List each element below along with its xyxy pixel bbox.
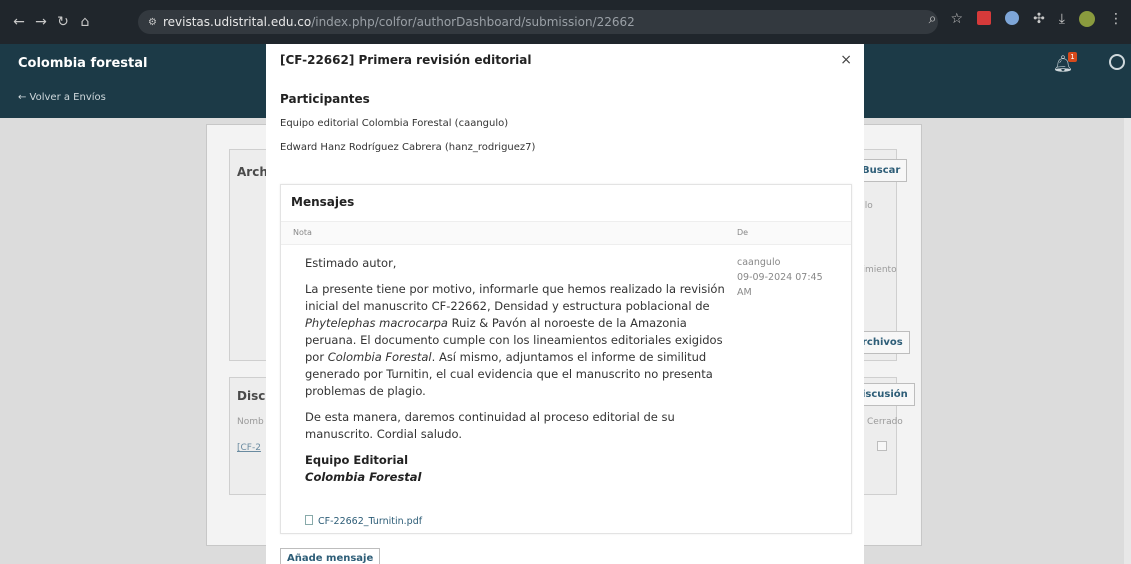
col-closed-header: Cerrado (867, 417, 903, 427)
page-scrollbar[interactable] (1124, 118, 1131, 564)
message-text: La presente tiene por motivo, informarle… (305, 282, 725, 313)
modal-title: [CF-22662] Primera revisión editorial (280, 53, 532, 67)
reload-icon[interactable]: ↻ (52, 14, 74, 30)
extension-globe-icon[interactable] (1005, 11, 1020, 25)
attachment-link[interactable]: CF-22662_Turnitin.pdf (305, 515, 422, 527)
discussion-row-link[interactable]: [CF-2 (237, 443, 261, 453)
message-sender: caangulo 09-09-2024 07:45 AM (737, 255, 823, 300)
messages-heading: Mensajes (291, 195, 355, 209)
notification-badge: 1 (1068, 52, 1077, 62)
browser-menu-icon[interactable]: ⋮ (1109, 11, 1123, 27)
extension-red-icon[interactable] (977, 11, 992, 25)
signature-line-1: Equipo Editorial (305, 453, 409, 467)
url-path: /index.php/colfor/authorDashboard/submis… (311, 15, 635, 29)
file-icon (305, 515, 313, 525)
download-icon[interactable]: ⤓ (1059, 11, 1065, 27)
message-paragraph-2: De esta manera, daremos continuidad al p… (305, 410, 675, 441)
journal-name: Colombia Forestal (327, 350, 432, 364)
browser-extensions: ⌕ ☆ ✣ ⤓ ⋮ (929, 11, 1123, 27)
files-section-title: Arch (237, 165, 268, 179)
home-icon[interactable]: ⌂ (74, 14, 96, 30)
note-column-header: Nota (293, 228, 312, 237)
back-to-submissions-link[interactable]: ← Volver a Envíos (18, 92, 106, 103)
signature-line-2: Colombia Forestal (305, 470, 422, 484)
zoom-icon[interactable]: ⌕ (929, 11, 937, 27)
back-arrow-icon[interactable]: ← (8, 14, 30, 30)
participants-heading: Participantes (280, 92, 370, 106)
message-greeting: Estimado autor, (305, 256, 397, 270)
from-column-header: De (737, 228, 749, 237)
message-paragraph-1: La presente tiene por motivo, informarle… (305, 281, 725, 400)
sent-date: 09-09-2024 07:45 (737, 272, 823, 283)
species-name: Phytelephas macrocarpa (305, 316, 448, 330)
messages-table-header: Nota De (281, 221, 851, 245)
sent-time-suffix: AM (737, 287, 752, 298)
sender-username: caangulo (737, 257, 781, 268)
journal-brand[interactable]: Colombia forestal (18, 56, 147, 71)
forward-arrow-icon[interactable]: → (30, 14, 52, 30)
url-host: revistas.udistrital.edu.co (162, 15, 312, 29)
attachment-filename[interactable]: CF-22662_Turnitin.pdf (318, 516, 422, 527)
closed-checkbox[interactable] (877, 441, 887, 451)
profile-avatar-icon[interactable] (1079, 11, 1095, 27)
user-account-icon[interactable] (1109, 54, 1125, 70)
message-body: Estimado autor, La presente tiene por mo… (305, 255, 725, 486)
close-icon[interactable]: × (840, 52, 852, 68)
extensions-puzzle-icon[interactable]: ✣ (1033, 11, 1045, 27)
discussion-modal: [CF-22662] Primera revisión editorial × … (266, 44, 864, 564)
participant-item: Equipo editorial Colombia Forestal (caan… (280, 118, 509, 129)
address-bar[interactable]: ⚙ revistas.udistrital.edu.co/index.php/c… (138, 10, 938, 34)
participant-item: Edward Hanz Rodríguez Cabrera (hanz_rodr… (280, 142, 536, 153)
browser-toolbar: ← → ↻ ⌂ ⚙ revistas.udistrital.edu.co/ind… (0, 0, 1131, 44)
col-name-header: Nomb (237, 417, 264, 427)
file-row-2-text: timiento (859, 265, 897, 275)
bookmark-star-icon[interactable]: ☆ (951, 11, 964, 27)
site-settings-icon[interactable]: ⚙ (148, 17, 157, 28)
messages-panel: Mensajes Nota De Estimado autor, La pres… (280, 184, 852, 534)
add-message-button[interactable]: Añade mensaje (280, 548, 381, 564)
